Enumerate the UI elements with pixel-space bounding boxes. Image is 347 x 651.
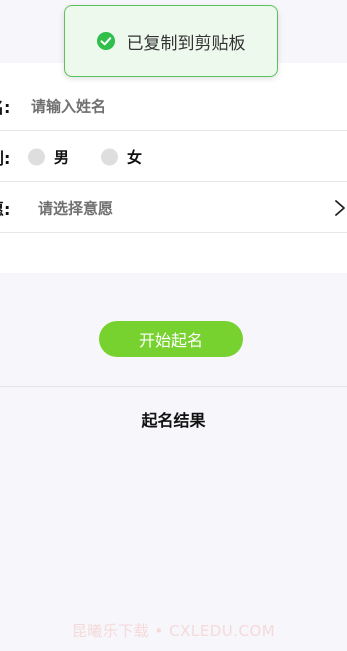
- radio-circle-icon: [28, 148, 45, 165]
- gender-option-female-label: 女: [127, 148, 143, 166]
- start-naming-button[interactable]: 开始起名: [99, 321, 243, 357]
- name-label: 名:: [0, 97, 11, 117]
- gender-radio-female[interactable]: 女: [101, 146, 142, 167]
- divider: [0, 386, 347, 387]
- form-card: 名: 请输入姓名 别: 男 女 愿: 请选择意愿: [0, 63, 347, 273]
- chevron-right-icon: [335, 199, 345, 216]
- gender-option-male-label: 男: [54, 148, 70, 166]
- gender-label: 别:: [0, 148, 11, 168]
- gender-row: 别: 男 女: [0, 132, 347, 182]
- name-input[interactable]: 请输入姓名: [31, 95, 106, 116]
- radio-circle-icon: [101, 148, 118, 165]
- toast: 已复制到剪贴板: [64, 5, 278, 77]
- gender-radio-male[interactable]: 男: [28, 146, 69, 167]
- wish-select[interactable]: 请选择意愿: [38, 197, 113, 218]
- wish-label: 愿:: [0, 199, 11, 219]
- wish-row[interactable]: 愿: 请选择意愿: [0, 183, 347, 233]
- result-title: 起名结果: [141, 411, 206, 430]
- toast-message: 已复制到剪贴板: [126, 33, 246, 54]
- check-circle-icon: [96, 32, 115, 50]
- name-row: 名: 请输入姓名: [0, 81, 347, 131]
- watermark: 昆曦乐下载 • CXLEDU.COM: [71, 622, 276, 640]
